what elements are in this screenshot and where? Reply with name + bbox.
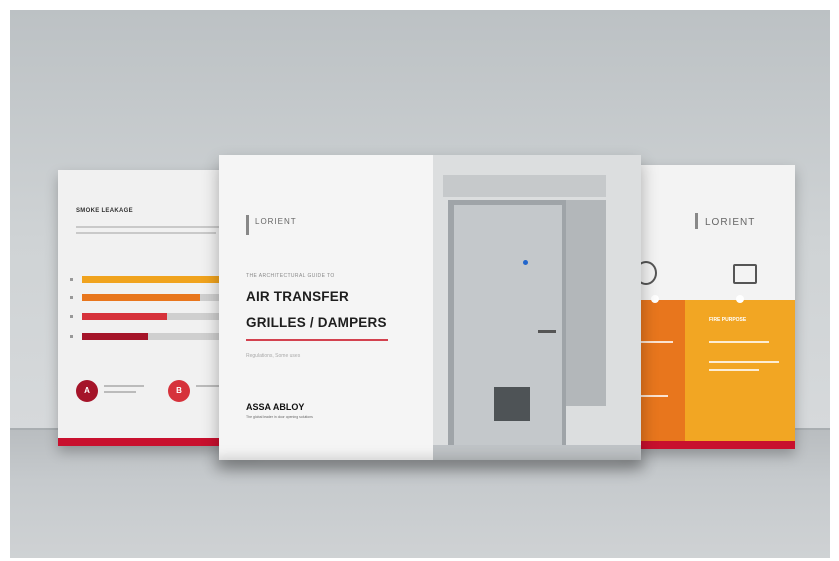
door-photo-page — [433, 155, 641, 460]
bar-fill — [82, 313, 168, 320]
logo-mark — [695, 213, 698, 229]
bar-bullet — [70, 296, 73, 299]
column-pin — [736, 295, 744, 303]
circle-badge-b: B — [168, 380, 190, 402]
cover-title-line-2: GRILLES / DAMPERS — [246, 315, 387, 330]
bar-fill — [82, 294, 201, 301]
air-transfer-grille — [494, 387, 530, 421]
door-header-panel — [443, 175, 606, 197]
right-brochure: LORIENT FIRE PURPOSE — [625, 165, 795, 449]
left-brochure-text-line — [76, 232, 216, 234]
bar-bullet — [70, 315, 73, 318]
cover-subtitle: Regulations, Some uses — [246, 353, 301, 359]
center-brochure: LORIENT THE ARCHITECTURAL GUIDE TO AIR T… — [219, 155, 641, 460]
column-heading: FIRE PURPOSE — [709, 317, 747, 323]
column-text-line — [709, 361, 779, 363]
door-side-panel — [566, 200, 606, 406]
column-pin — [651, 295, 659, 303]
left-brochure-title: SMOKE LEAKAGE — [76, 208, 133, 214]
bar-fill — [82, 333, 148, 340]
bar-bullet — [70, 278, 73, 281]
right-brochure-logo: LORIENT — [705, 217, 756, 228]
circle-caption-line — [104, 391, 136, 393]
column-text-line — [709, 369, 759, 371]
cover-page: LORIENT THE ARCHITECTURAL GUIDE TO AIR T… — [219, 155, 433, 460]
bar-fill — [82, 276, 238, 283]
product-mockup-scene: SMOKE LEAKAGE A B LORIENT FIRE PURPOSE L… — [10, 10, 830, 558]
logo-mark — [246, 215, 249, 235]
bar-bullet — [70, 335, 73, 338]
door-indicator — [523, 260, 528, 265]
cover-title-line-1: AIR TRANSFER — [246, 289, 349, 304]
monitor-icon — [733, 264, 757, 284]
door-handle — [538, 330, 556, 333]
red-footer-band — [625, 441, 795, 449]
brand-logo: ASSA ABLOY — [246, 402, 305, 412]
brand-tagline: The global leader in door opening soluti… — [246, 415, 313, 419]
left-brochure-text-line — [76, 226, 226, 228]
circle-caption-line — [104, 385, 144, 387]
circle-badge-a: A — [76, 380, 98, 402]
column-text-line — [709, 341, 769, 343]
cover-supertitle: THE ARCHITECTURAL GUIDE TO — [246, 273, 335, 279]
brochure-shadow — [215, 458, 645, 468]
red-divider — [246, 339, 388, 341]
cover-logo: LORIENT — [255, 217, 297, 226]
